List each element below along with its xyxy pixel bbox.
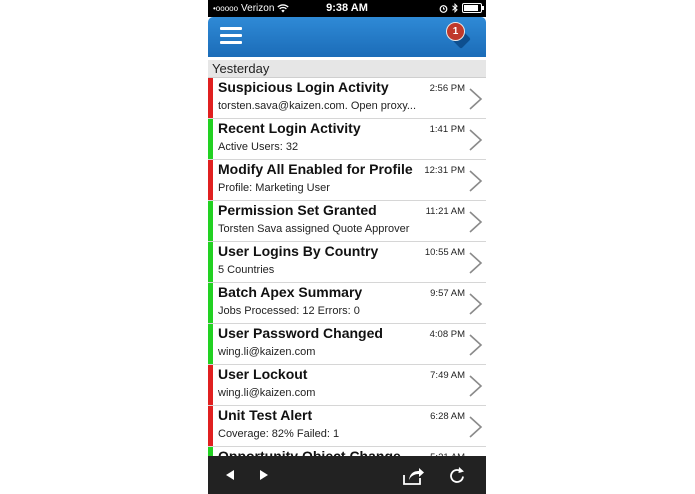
share-button[interactable] <box>398 456 428 494</box>
hamburger-icon-line <box>220 34 242 37</box>
alert-row[interactable]: Recent Login Activity Active Users: 32 1:4… <box>208 119 486 160</box>
alert-subtitle: 5 Countries <box>218 264 275 276</box>
alert-time: 12:31 PM <box>424 165 465 176</box>
share-icon <box>403 468 424 485</box>
alert-title: Batch Apex Summary <box>218 284 363 300</box>
alert-title: Suspicious Login Activity <box>218 79 389 95</box>
alert-title: Modify All Enabled for Profile <box>218 161 413 177</box>
alert-list: Suspicious Login Activity torsten.sava@ka… <box>208 78 486 456</box>
phone-screen: •ooooo Verizon 9:38 AM 1 Yesterday Suspi… <box>208 0 486 494</box>
alert-title: Unit Test Alert <box>218 407 313 423</box>
app-header: 1 <box>208 17 486 57</box>
alert-time: 4:08 PM <box>429 329 465 340</box>
alert-subtitle: Torsten Sava assigned Quote Approver <box>218 223 410 235</box>
alert-subtitle: Active Users: 32 <box>218 141 299 153</box>
alert-row[interactable]: User Password Changed wing.li@kaizen.com 4… <box>208 324 486 365</box>
battery-icon <box>462 3 484 13</box>
alert-status-indicator <box>208 78 213 118</box>
hamburger-icon-line <box>220 41 242 44</box>
alert-time: 10:55 AM <box>424 247 465 258</box>
alert-status-indicator <box>208 406 213 446</box>
hamburger-menu-button[interactable] <box>220 27 242 45</box>
chevron-right-icon <box>469 211 483 233</box>
alert-time: 11:21 AM <box>425 206 465 217</box>
chevron-right-icon <box>469 129 483 151</box>
alert-status-indicator <box>208 160 213 200</box>
alert-subtitle: Profile: Marketing User <box>218 182 330 194</box>
back-button[interactable] <box>216 456 246 494</box>
hamburger-icon-line <box>220 27 242 30</box>
alert-status-indicator <box>208 365 213 405</box>
refresh-button[interactable] <box>442 456 472 494</box>
alert-row[interactable]: Batch Apex Summary Jobs Processed: 12 Err… <box>208 283 486 324</box>
alert-row[interactable]: User Logins By Country 5 Countries 10:55 A… <box>208 242 486 283</box>
bottom-toolbar <box>208 456 486 494</box>
alert-time: 1:41 PM <box>429 124 465 135</box>
chevron-right-icon <box>469 375 483 397</box>
alert-row[interactable]: Suspicious Login Activity torsten.sava@ka… <box>208 78 486 119</box>
alert-subtitle: Jobs Processed: 12 Errors: 0 <box>218 305 360 317</box>
chevron-right-icon <box>469 170 483 192</box>
alert-subtitle: wing.li@kaizen.com <box>218 346 316 358</box>
alert-time: 7:49 AM <box>430 370 465 381</box>
alert-time: 9:57 AM <box>430 288 465 299</box>
alert-row[interactable]: Opportunity Object Change5:21 AM <box>208 447 486 456</box>
alert-title: Permission Set Granted <box>218 202 377 218</box>
alert-row[interactable]: Unit Test Alert Coverage: 82% Failed: 1 6:… <box>208 406 486 447</box>
alert-status-indicator <box>208 201 213 241</box>
notifications-button[interactable]: 1 <box>446 22 474 50</box>
alert-title: Opportunity Object Change <box>218 448 401 456</box>
alert-time: 2:56 PM <box>429 83 465 94</box>
alert-status-indicator <box>208 447 213 456</box>
alert-title: User Lockout <box>218 366 308 382</box>
alert-title: User Logins By Country <box>218 243 379 259</box>
alert-status-indicator <box>208 324 213 364</box>
refresh-icon <box>450 467 464 483</box>
alert-title: Recent Login Activity <box>218 120 361 136</box>
back-arrow-icon <box>226 470 234 480</box>
alert-row[interactable]: Permission Set Granted Torsten Sava assig… <box>208 201 486 242</box>
alert-status-indicator <box>208 119 213 159</box>
chevron-right-icon <box>469 293 483 315</box>
chevron-right-icon <box>469 334 483 356</box>
forward-button[interactable] <box>248 456 278 494</box>
alert-row[interactable]: User Lockout wing.li@kaizen.com 7:49 AM <box>208 365 486 406</box>
alert-title: User Password Changed <box>218 325 383 341</box>
alert-row[interactable]: Modify All Enabled for Profile Profile: M… <box>208 160 486 201</box>
alert-time: 6:28 AM <box>430 411 465 422</box>
alert-subtitle: torsten.sava@kaizen.com. Open proxy... <box>218 100 417 112</box>
chevron-right-icon <box>469 88 483 110</box>
alert-status-indicator <box>208 283 213 323</box>
alert-subtitle: wing.li@kaizen.com <box>218 387 316 399</box>
chevron-right-icon <box>469 416 483 438</box>
alert-status-indicator <box>208 242 213 282</box>
section-header-yesterday: Yesterday <box>208 60 486 78</box>
chevron-right-icon <box>469 252 483 274</box>
status-bar: •ooooo Verizon 9:38 AM <box>208 0 486 17</box>
notification-badge: 1 <box>446 22 465 41</box>
alarm-icon <box>439 4 448 13</box>
forward-arrow-icon <box>260 470 268 480</box>
bluetooth-icon <box>452 3 458 13</box>
alert-subtitle: Coverage: 82% Failed: 1 <box>218 428 340 440</box>
